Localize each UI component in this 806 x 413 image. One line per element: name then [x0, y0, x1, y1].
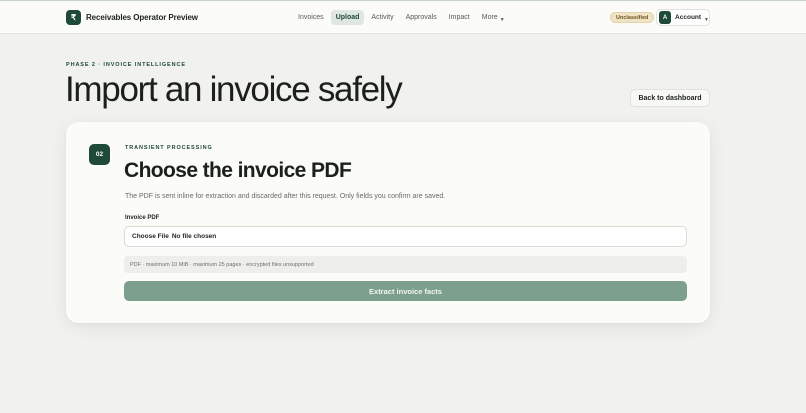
classification-badge: Unclassified [610, 12, 655, 23]
top-navigation-bar: ₹ Receivables Operator Preview Invoices … [0, 0, 806, 34]
main-nav: Invoices Upload Activity Approvals Impac… [293, 10, 512, 25]
nav-upload[interactable]: Upload [330, 10, 365, 25]
brand-name: Receivables Operator Preview [86, 13, 198, 22]
nav-impact[interactable]: Impact [444, 10, 475, 25]
account-label: Account [675, 14, 702, 21]
card-title: Choose the invoice PDF [124, 159, 352, 182]
invoice-pdf-file-input[interactable]: Choose File No file chosen [124, 226, 687, 247]
card-eyebrow: TRANSIENT PROCESSING [125, 145, 213, 151]
account-menu-button[interactable]: A Account ▼ [656, 9, 710, 26]
chevron-down-icon: ▼ [704, 16, 709, 23]
choose-file-button[interactable]: Choose File [132, 233, 169, 240]
avatar: A [659, 11, 672, 24]
nav-activity[interactable]: Activity [366, 10, 398, 25]
file-status-text: No file chosen [171, 233, 217, 240]
nav-more[interactable]: More ▼ [477, 10, 510, 25]
file-constraints-hint: PDF · maximum 10 MiB · maximum 25 pages … [124, 256, 687, 273]
step-number-badge: 02 [89, 144, 110, 165]
nav-approvals[interactable]: Approvals [401, 10, 442, 25]
nav-invoices[interactable]: Invoices [293, 10, 329, 25]
invoice-pdf-label: Invoice PDF [125, 215, 160, 221]
back-to-dashboard-button[interactable]: Back to dashboard [630, 89, 710, 107]
page-title: Import an invoice safely [65, 70, 403, 109]
upload-card: 02 TRANSIENT PROCESSING Choose the invoi… [66, 122, 710, 323]
chevron-down-icon: ▼ [499, 17, 505, 23]
nav-more-label: More [481, 14, 498, 21]
card-description: The PDF is sent inline for extraction an… [125, 193, 446, 200]
extract-invoice-facts-button[interactable]: Extract invoice facts [124, 281, 687, 301]
brand[interactable]: ₹ Receivables Operator Preview [66, 10, 198, 25]
page-eyebrow: PHASE 2 · INVOICE INTELLIGENCE [66, 62, 186, 68]
rupee-logo-icon: ₹ [66, 10, 81, 25]
